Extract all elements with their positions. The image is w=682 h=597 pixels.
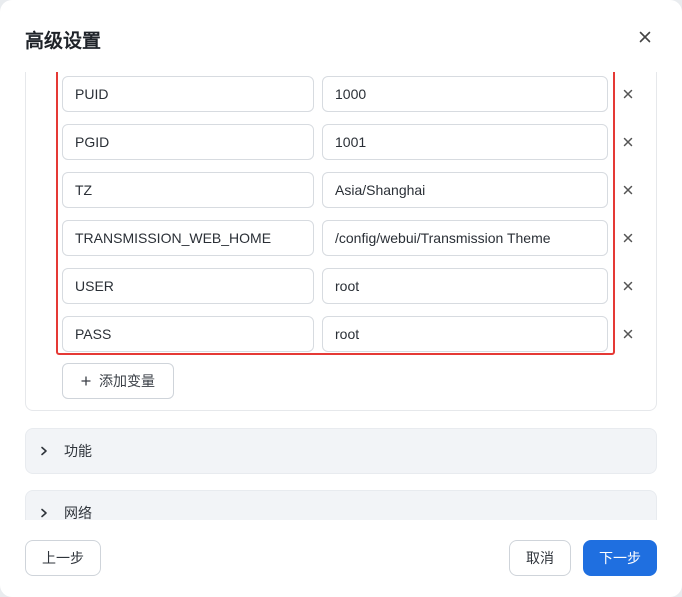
dialog-body[interactable]: PUID 1000 PGID 1001 TZ Asia/Shanghai TRA… <box>0 72 682 520</box>
env-key-input[interactable]: PGID <box>62 124 314 160</box>
remove-row-button[interactable] <box>620 134 636 150</box>
chevron-right-icon <box>40 508 54 518</box>
remove-row-button[interactable] <box>620 230 636 246</box>
close-icon <box>623 89 633 99</box>
remove-row-button[interactable] <box>620 86 636 102</box>
close-icon <box>623 137 633 147</box>
env-value-input[interactable]: Asia/Shanghai <box>322 172 608 208</box>
chevron-right-icon <box>40 446 54 456</box>
close-icon <box>623 281 633 291</box>
env-key-input[interactable]: PASS <box>62 316 314 352</box>
env-value-input[interactable]: root <box>322 268 608 304</box>
section-features[interactable]: 功能 <box>25 428 657 474</box>
env-key-input[interactable]: TZ <box>62 172 314 208</box>
dialog-title: 高级设置 <box>25 31 102 52</box>
section-network-label: 网络 <box>64 505 92 520</box>
section-features-label: 功能 <box>64 443 92 459</box>
close-icon <box>623 185 633 195</box>
add-variable-label: 添加变量 <box>99 373 155 389</box>
env-key-input[interactable]: USER <box>62 268 314 304</box>
env-key-input[interactable]: PUID <box>62 76 314 112</box>
section-network[interactable]: 网络 <box>25 490 657 520</box>
prev-step-button[interactable]: 上一步 <box>25 540 101 576</box>
close-button[interactable] <box>633 25 657 49</box>
env-value-input[interactable]: 1001 <box>322 124 608 160</box>
close-icon <box>639 31 651 43</box>
cancel-button[interactable]: 取消 <box>509 540 571 576</box>
env-key-input[interactable]: TRANSMISSION_WEB_HOME <box>62 220 314 256</box>
close-icon <box>623 329 633 339</box>
remove-row-button[interactable] <box>620 182 636 198</box>
env-value-input[interactable]: /config/webui/Transmission Theme <box>322 220 608 256</box>
remove-row-button[interactable] <box>620 326 636 342</box>
env-value-input[interactable]: root <box>322 316 608 352</box>
next-step-button[interactable]: 下一步 <box>583 540 657 576</box>
advanced-settings-dialog: 高级设置 PUID 1000 PGID 1001 TZ Asia/Shangha… <box>0 0 682 597</box>
plus-icon <box>81 376 91 386</box>
env-value-input[interactable]: 1000 <box>322 76 608 112</box>
remove-row-button[interactable] <box>620 278 636 294</box>
add-variable-button[interactable]: 添加变量 <box>62 363 174 399</box>
close-icon <box>623 233 633 243</box>
